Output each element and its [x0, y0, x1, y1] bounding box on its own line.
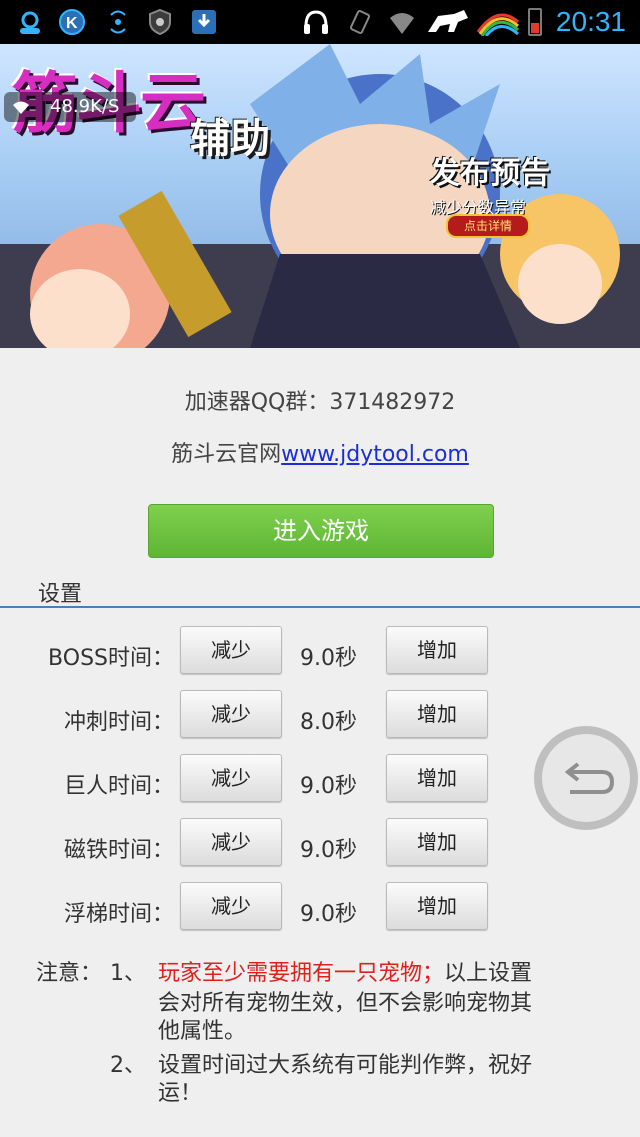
decrease-button[interactable]: 减少 [180, 690, 282, 738]
rainbow-app-icon [476, 13, 520, 36]
wifi-icon [390, 13, 414, 34]
promo-banner[interactable]: 筋斗云 辅助 48.9K/S 发布预告 减少分数异常 点击详情 [0, 44, 640, 348]
wifi-icon [13, 101, 29, 114]
increase-button[interactable]: 增加 [386, 882, 488, 930]
decrease-button[interactable]: 减少 [180, 626, 282, 674]
wifi-signal-icon [110, 10, 126, 34]
status-time: 20:31 [555, 6, 626, 37]
network-speed-overlay: 48.9K/S [4, 92, 136, 122]
status-bar: K 20:31 [0, 0, 640, 44]
setting-label: BOSS时间： [48, 646, 174, 671]
note-1-line-2: 会对所有宠物生效，但不会影响宠物其 [158, 991, 533, 1016]
headset-person-icon [20, 11, 40, 34]
shield-icon [149, 8, 171, 36]
official-site-link[interactable]: www.jdytool.com [281, 442, 469, 467]
download-icon [192, 10, 216, 34]
svg-text:K: K [66, 15, 78, 32]
setting-row-ladder: 浮梯时间： 减少 9.0秒 增加 [0, 882, 640, 934]
setting-row-boss: BOSS时间： 减少 9.0秒 增加 [0, 626, 640, 678]
setting-row-magnet: 磁铁时间： 减少 9.0秒 增加 [0, 818, 640, 870]
note-1-line-1: 玩家至少需要拥有一只宠物；以上设置 [158, 960, 598, 988]
setting-value: 9.0秒 [300, 646, 357, 671]
increase-button[interactable]: 增加 [386, 754, 488, 802]
banner-notice: 发布预告 减少分数异常 点击详情 [430, 148, 560, 238]
note-2-line-1: 设置时间过大系统有可能判作弊，祝好 [158, 1053, 533, 1078]
setting-value: 9.0秒 [300, 902, 357, 927]
settings-title: 设置 [38, 582, 83, 607]
decrease-button[interactable]: 减少 [180, 754, 282, 802]
setting-label: 磁铁时间： [63, 838, 174, 863]
increase-button[interactable]: 增加 [386, 626, 488, 674]
note-2-line-2: 运！ [158, 1081, 203, 1106]
note-2-number: 2、 [110, 1053, 146, 1078]
notice-title: 发布预告 [430, 156, 550, 191]
official-site-line: 筋斗云官网www.jdytool.com [0, 436, 640, 468]
increase-button[interactable]: 增加 [386, 818, 488, 866]
notice-details-button[interactable]: 点击详情 [446, 214, 530, 238]
k-app-icon: K [59, 9, 85, 35]
network-speed-value: 48.9K/S [50, 96, 120, 117]
setting-label: 冲刺时间： [63, 710, 174, 735]
note-1-text: 以上设置 [444, 961, 533, 986]
settings-divider [0, 606, 640, 608]
back-arrow-icon [564, 762, 615, 794]
setting-label: 巨人时间： [63, 774, 174, 799]
qq-group-text: 加速器QQ群：371482972 [184, 390, 456, 415]
official-site-label: 筋斗云官网 [171, 442, 282, 467]
enter-game-button[interactable]: 进入游戏 [148, 504, 494, 558]
setting-label: 浮梯时间： [63, 902, 174, 927]
vibrate-icon [349, 10, 371, 34]
battery-icon [528, 8, 542, 36]
headphones-icon [304, 10, 328, 34]
decrease-button[interactable]: 减少 [180, 882, 282, 930]
decrease-button[interactable]: 减少 [180, 818, 282, 866]
note-1-warning: 玩家至少需要拥有一只宠物； [158, 961, 445, 986]
setting-value: 9.0秒 [300, 774, 357, 799]
note-1-number: 1、 [110, 961, 146, 986]
horse-app-icon [428, 10, 468, 32]
notes-prefix: 注意： [36, 961, 103, 986]
banner-subtitle: 辅助 [190, 116, 270, 162]
setting-value: 9.0秒 [300, 838, 357, 863]
floating-back-inner [542, 734, 630, 822]
setting-value: 8.0秒 [300, 710, 357, 735]
floating-back-button[interactable] [534, 726, 638, 830]
note-1-line-3: 他属性。 [158, 1019, 247, 1044]
increase-button[interactable]: 增加 [386, 690, 488, 738]
